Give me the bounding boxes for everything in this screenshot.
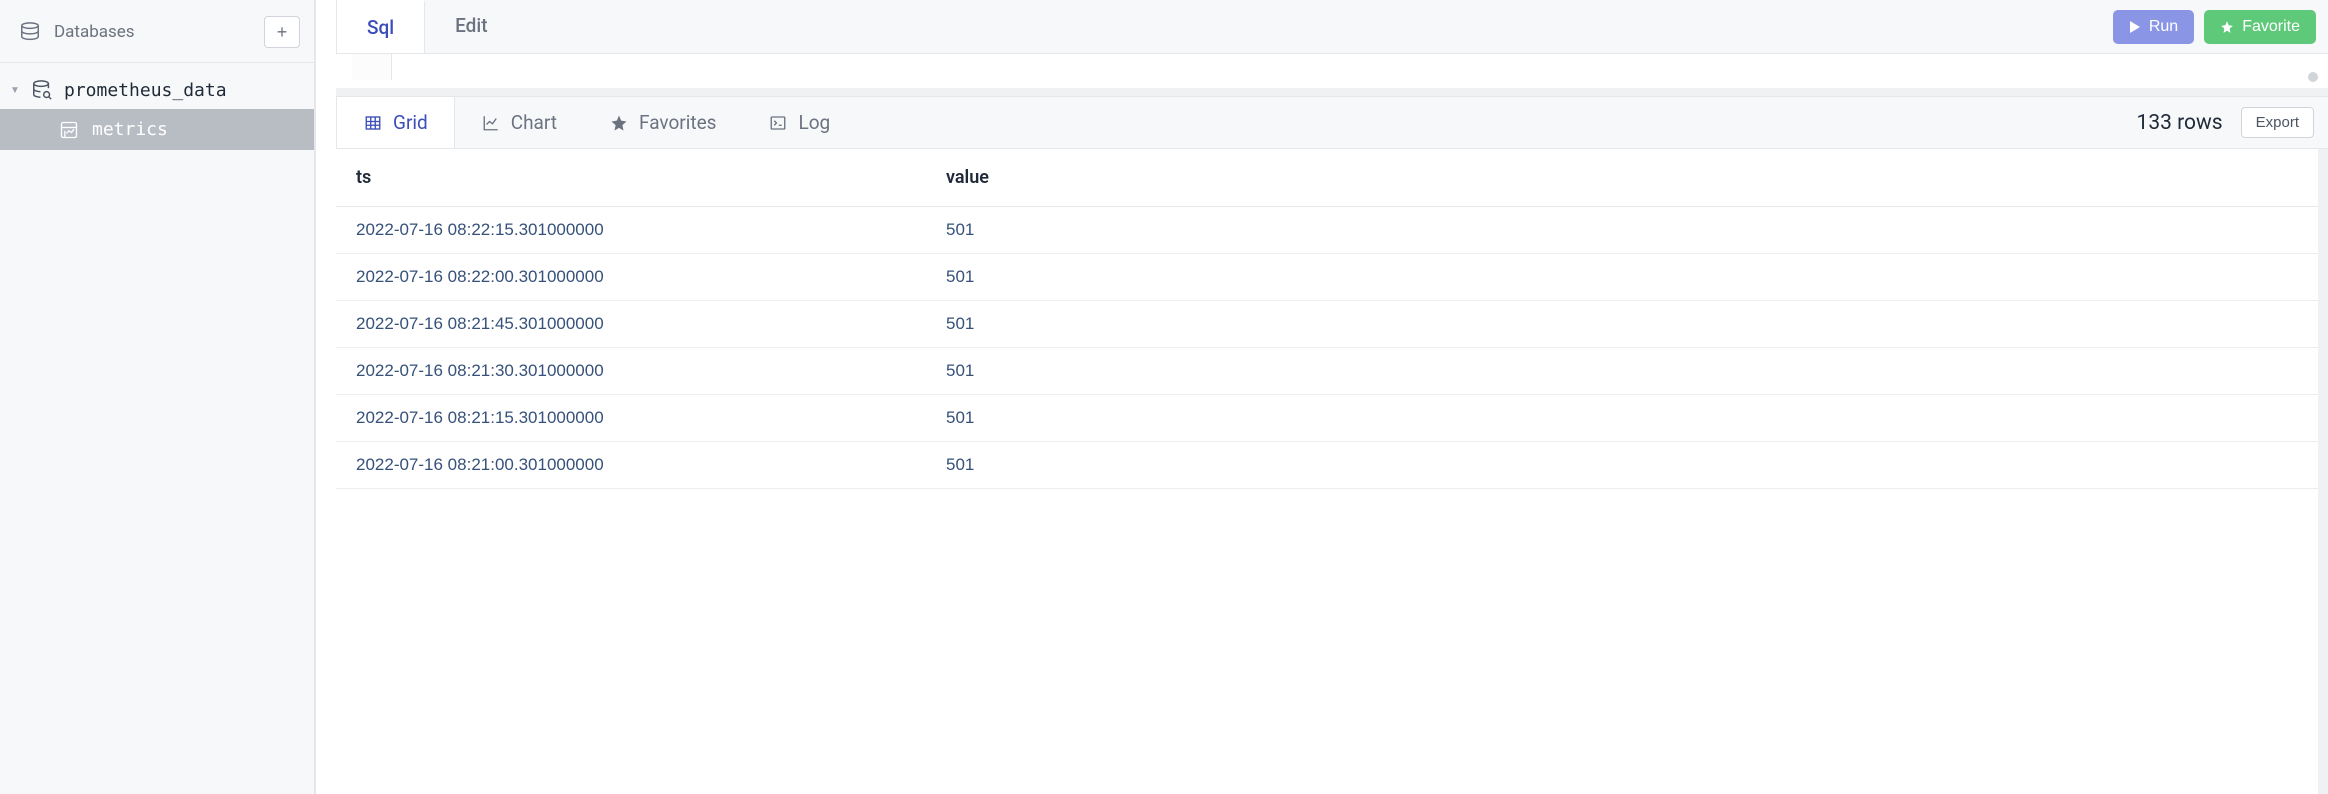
table-header-row: ts value [336,149,2318,207]
column-header[interactable]: ts [336,149,926,207]
cell-value: 501 [926,348,2318,395]
grid-icon [363,114,383,132]
cell-ts: 2022-07-16 08:22:15.301000000 [336,207,926,254]
editor-status-dot-icon [2308,72,2318,82]
cell-ts: 2022-07-16 08:21:15.301000000 [336,395,926,442]
results-tab-label: Grid [393,111,428,134]
results-tab-favorites[interactable]: Favorites [583,97,742,148]
results-header-right: 133 rows Export [2137,97,2328,148]
results-tabs: Grid Chart Favorites [336,97,856,148]
table-row[interactable]: 2022-07-16 08:21:30.301000000501 [336,348,2318,395]
results-tab-grid[interactable]: Grid [337,97,455,148]
database-stack-icon [18,21,42,43]
results-tab-label: Chart [511,111,557,134]
results-tab-chart[interactable]: Chart [455,97,583,148]
tab-edit[interactable]: Edit [425,0,518,53]
editor-gutter [352,54,392,80]
tree-node-label: prometheus_data [64,80,227,101]
tree-node-table[interactable]: metrics [0,109,314,150]
results-header: Grid Chart Favorites [336,96,2328,149]
table-chart-icon [58,120,80,140]
terminal-icon [768,114,788,132]
cell-value: 501 [926,301,2318,348]
cell-ts: 2022-07-16 08:21:00.301000000 [336,442,926,489]
favorite-button-label: Favorite [2242,18,2300,36]
results-tab-log[interactable]: Log [742,97,856,148]
row-count-label: 133 rows [2137,111,2223,135]
chevron-down-icon: ▼ [10,85,20,96]
table-row[interactable]: 2022-07-16 08:21:00.301000000501 [336,442,2318,489]
cell-value: 501 [926,395,2318,442]
table-row[interactable]: 2022-07-16 08:22:15.301000000501 [336,207,2318,254]
sidebar: Databases + ▼ promet [0,0,316,794]
table-row[interactable]: 2022-07-16 08:21:15.301000000501 [336,395,2318,442]
results-table: ts value 2022-07-16 08:22:15.30100000050… [336,149,2318,489]
add-database-button[interactable]: + [264,16,300,48]
results-tab-label: Log [798,111,830,134]
cell-value: 501 [926,254,2318,301]
app-root: Databases + ▼ promet [0,0,2328,794]
plus-icon: + [277,22,288,43]
cell-ts: 2022-07-16 08:21:45.301000000 [336,301,926,348]
star-outline-icon [609,114,629,132]
cell-ts: 2022-07-16 08:22:00.301000000 [336,254,926,301]
play-icon [2129,21,2141,33]
cell-value: 501 [926,442,2318,489]
sidebar-header-left: Databases [18,21,135,43]
run-button-label: Run [2149,18,2178,36]
database-search-icon [30,79,54,101]
tab-sql[interactable]: Sql [337,0,425,53]
export-button[interactable]: Export [2241,107,2314,138]
results-table-wrap[interactable]: ts value 2022-07-16 08:22:15.30100000050… [336,149,2328,794]
main-panel: Sql Edit Run Favorite [316,0,2328,794]
toolbar-actions: Run Favorite [2113,0,2316,53]
star-icon [2220,20,2234,34]
database-tree: ▼ prometheus_data [0,63,314,150]
tree-child-label: metrics [92,119,168,140]
sql-editor-area[interactable] [336,54,2328,96]
table-row[interactable]: 2022-07-16 08:22:00.301000000501 [336,254,2318,301]
cell-ts: 2022-07-16 08:21:30.301000000 [336,348,926,395]
run-button[interactable]: Run [2113,10,2194,44]
results-tab-label: Favorites [639,111,716,134]
top-toolbar: Sql Edit Run Favorite [336,0,2328,54]
column-header[interactable]: value [926,149,2318,207]
favorite-button[interactable]: Favorite [2204,10,2316,44]
cell-value: 501 [926,207,2318,254]
sidebar-header: Databases + [0,0,314,63]
tree-node-database[interactable]: ▼ prometheus_data [0,71,314,109]
editor-tabs: Sql Edit [337,0,519,53]
chart-icon [481,114,501,132]
sidebar-title: Databases [54,22,135,42]
table-row[interactable]: 2022-07-16 08:21:45.301000000501 [336,301,2318,348]
